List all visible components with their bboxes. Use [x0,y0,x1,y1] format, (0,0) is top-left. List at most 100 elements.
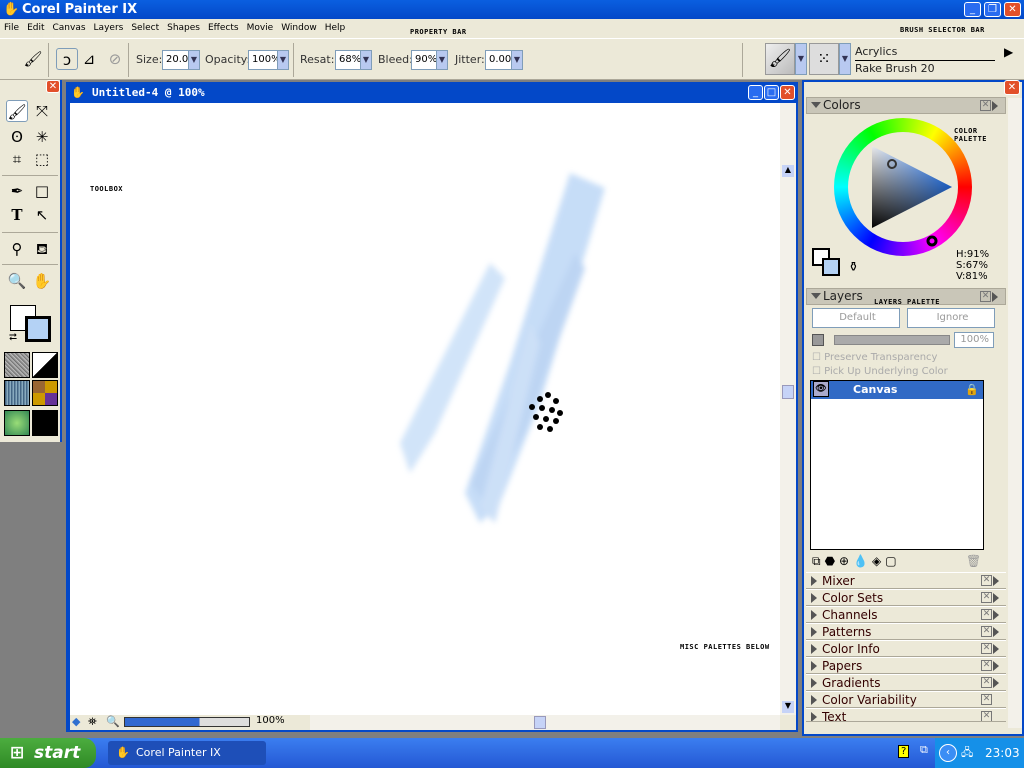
vertical-scrollbar[interactable]: ▲ ▼ [780,103,796,715]
close-button[interactable]: ✕ [1004,2,1021,17]
menu-help[interactable]: Help [325,23,346,33]
lasso-icon[interactable]: ʘ [6,126,28,148]
pattern-selector[interactable] [4,380,30,406]
tray-windows-icon[interactable]: ⧉ [920,743,928,757]
pen-icon[interactable]: ✒ [6,180,28,202]
network-icon[interactable]: 🖧 [961,738,973,768]
menu-select[interactable]: Select [131,23,159,33]
swap-colors-icon[interactable]: ⮂ [9,332,17,343]
dropper-icon[interactable]: ⚲ [6,238,28,260]
zoom-slider[interactable] [124,717,250,727]
shape-selection-icon[interactable]: ↖ [31,204,53,226]
scroll-up-button[interactable]: ▲ [782,165,794,177]
menu-layers[interactable]: Layers [94,23,124,33]
clone-color-icon[interactable]: ⚱ [848,260,859,275]
palette-gradients[interactable]: Gradients ✕ [806,674,1006,691]
zoom-icon[interactable]: 🔍 [106,715,120,728]
doc-minimize-button[interactable]: _ [748,85,763,100]
bleed-dropdown[interactable]: ▼ [436,50,448,70]
navigator-icon[interactable]: ⛯ [88,715,97,729]
palette-color-sets[interactable]: Color Sets ✕ [806,589,1006,606]
h-scroll-thumb[interactable] [534,716,546,729]
layer-opacity-slider[interactable] [834,335,950,345]
menu-file[interactable]: File [4,23,19,33]
palette-color-info[interactable]: Color Info ✕ [806,640,1006,657]
minimize-button[interactable]: _ [964,2,981,17]
paint-bucket-icon[interactable]: ⛾ [31,238,53,260]
palette-color-variability[interactable]: Color Variability ✕ [806,691,1006,708]
doc-close-button[interactable]: ✕ [780,85,795,100]
palette-patterns[interactable]: Patterns ✕ [806,623,1006,640]
saturation-value-triangle[interactable] [834,118,972,256]
brush-selector-menu-arrow[interactable]: ▶ [1004,45,1013,59]
crop-icon[interactable]: ⌗ [6,148,28,170]
doc-maximize-button[interactable]: □ [764,85,779,100]
menu-effects[interactable]: Effects [208,23,239,33]
scroll-down-button[interactable]: ▼ [782,701,794,713]
preserve-transparency-checkbox[interactable]: ☐ Preserve Transparency [812,352,937,363]
jitter-field[interactable]: 0.00 [485,50,512,70]
size-field[interactable]: 20.0 [162,50,189,70]
trash-icon[interactable]: 🗑 [966,554,981,568]
drawing-canvas[interactable]: MISC PALETTES BELOW [70,103,780,715]
straight-line-icon[interactable]: ⊿ [78,48,100,70]
grabber-hand-icon[interactable]: ✋ [31,270,53,292]
selection-adjuster-icon[interactable]: ⬚ [31,148,53,170]
palette-scrollbar[interactable] [1008,98,1022,728]
menu-movie[interactable]: Movie [247,23,274,33]
scroll-thumb[interactable] [782,385,794,399]
palette-text[interactable]: Text ✕ [806,708,1006,722]
opacity-dropdown[interactable]: ▼ [277,50,289,70]
palette-channels[interactable]: Channels ✕ [806,606,1006,623]
layer-item-canvas[interactable]: 👁 Canvas 🔒 [811,381,983,399]
opacity-field[interactable]: 100% [248,50,281,70]
brush-category-dropdown[interactable]: ▼ [795,43,807,75]
restore-button[interactable]: ❐ [984,2,1001,17]
weaving-selector[interactable] [32,380,58,406]
palette-papers[interactable]: Papers ✕ [806,657,1006,674]
nozzle-selector[interactable] [4,410,30,436]
brush-variant-name[interactable]: Rake Brush 20 [855,62,935,75]
additional-color-swatch[interactable] [822,258,840,276]
text-icon[interactable]: T [6,204,28,226]
resat-dropdown[interactable]: ▼ [360,50,372,70]
additional-color-swatch[interactable] [25,316,51,342]
menu-window[interactable]: Window [281,23,317,33]
look-selector[interactable] [32,410,58,436]
brush-ghost-icon[interactable]: ⊘ [104,48,126,70]
brush-category-name[interactable]: Acrylics [855,45,897,58]
lock-icon[interactable]: 🔒 [965,381,979,399]
jitter-dropdown[interactable]: ▼ [511,50,523,70]
size-dropdown[interactable]: ▼ [188,50,200,70]
magic-wand-icon[interactable]: ✳ [31,126,53,148]
bleed-field[interactable]: 90% [411,50,437,70]
start-button[interactable]: ⊞ start [0,738,96,768]
pick-up-color-checkbox[interactable]: ☐ Pick Up Underlying Color [812,366,948,377]
gradient-selector[interactable] [32,352,58,378]
composite-depth-select[interactable]: Ignore [907,308,995,328]
menu-shapes[interactable]: Shapes [167,23,200,33]
menu-canvas[interactable]: Canvas [53,23,86,33]
paper-selector[interactable] [4,352,30,378]
brush-variant-dropdown[interactable]: ▼ [839,43,851,75]
menu-edit[interactable]: Edit [27,23,44,33]
brush-tool-icon[interactable]: 🖌 [6,100,28,122]
visibility-eye-icon[interactable]: 👁 [813,381,829,397]
colors-palette-header[interactable]: Colors ✕ [806,97,1006,114]
hue-ring[interactable] [834,118,972,256]
taskbar-item-painter[interactable]: ✋ Corel Painter IX [108,741,266,765]
rectangle-icon[interactable]: □ [31,180,53,202]
brush-variant-icon[interactable]: ⁙ [809,43,839,75]
composite-method-select[interactable]: Default [812,308,900,328]
palette-mixer[interactable]: Mixer ✕ [806,572,1006,589]
palettes-close-button[interactable]: ✕ [1004,80,1020,95]
help-tray-icon[interactable]: ? [898,745,910,758]
brush-category-icon[interactable]: 🖌 [765,43,795,75]
resat-field[interactable]: 68% [335,50,361,70]
show-hidden-icons-button[interactable]: ‹ [939,744,957,762]
horizontal-scrollbar[interactable] [310,715,780,730]
toolbox-close-button[interactable]: ✕ [46,80,60,93]
layer-adjuster-icon[interactable]: ⤧ [31,100,53,122]
freehand-stroke-icon[interactable]: ↄ [56,48,78,70]
layer-opacity-field[interactable]: 100% [954,332,994,348]
